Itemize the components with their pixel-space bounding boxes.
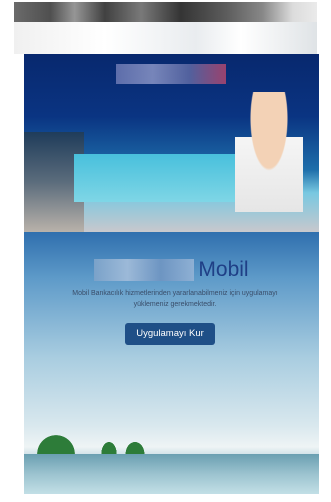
island-image <box>34 432 78 454</box>
island-image <box>100 440 118 454</box>
mobile-app-promo: Mobil Mobil Bankacılık hizmetlerinden ya… <box>24 232 319 494</box>
blurred-browser-bar <box>14 22 317 54</box>
brand-suffix: Mobil <box>198 258 249 281</box>
blurred-brand-name <box>94 259 195 281</box>
install-app-button[interactable]: Uygulamayı Kur <box>125 323 215 345</box>
blurred-hero-title <box>116 64 226 84</box>
blurred-hero-banner <box>24 54 319 232</box>
island-image <box>124 440 146 454</box>
water-image <box>24 454 319 494</box>
install-message: Mobil Bankacılık hizmetlerinden yararlan… <box>72 290 278 308</box>
brand-title: Mobil <box>24 258 319 282</box>
hero-person-image <box>235 92 303 212</box>
blurred-status-bar <box>14 2 317 22</box>
